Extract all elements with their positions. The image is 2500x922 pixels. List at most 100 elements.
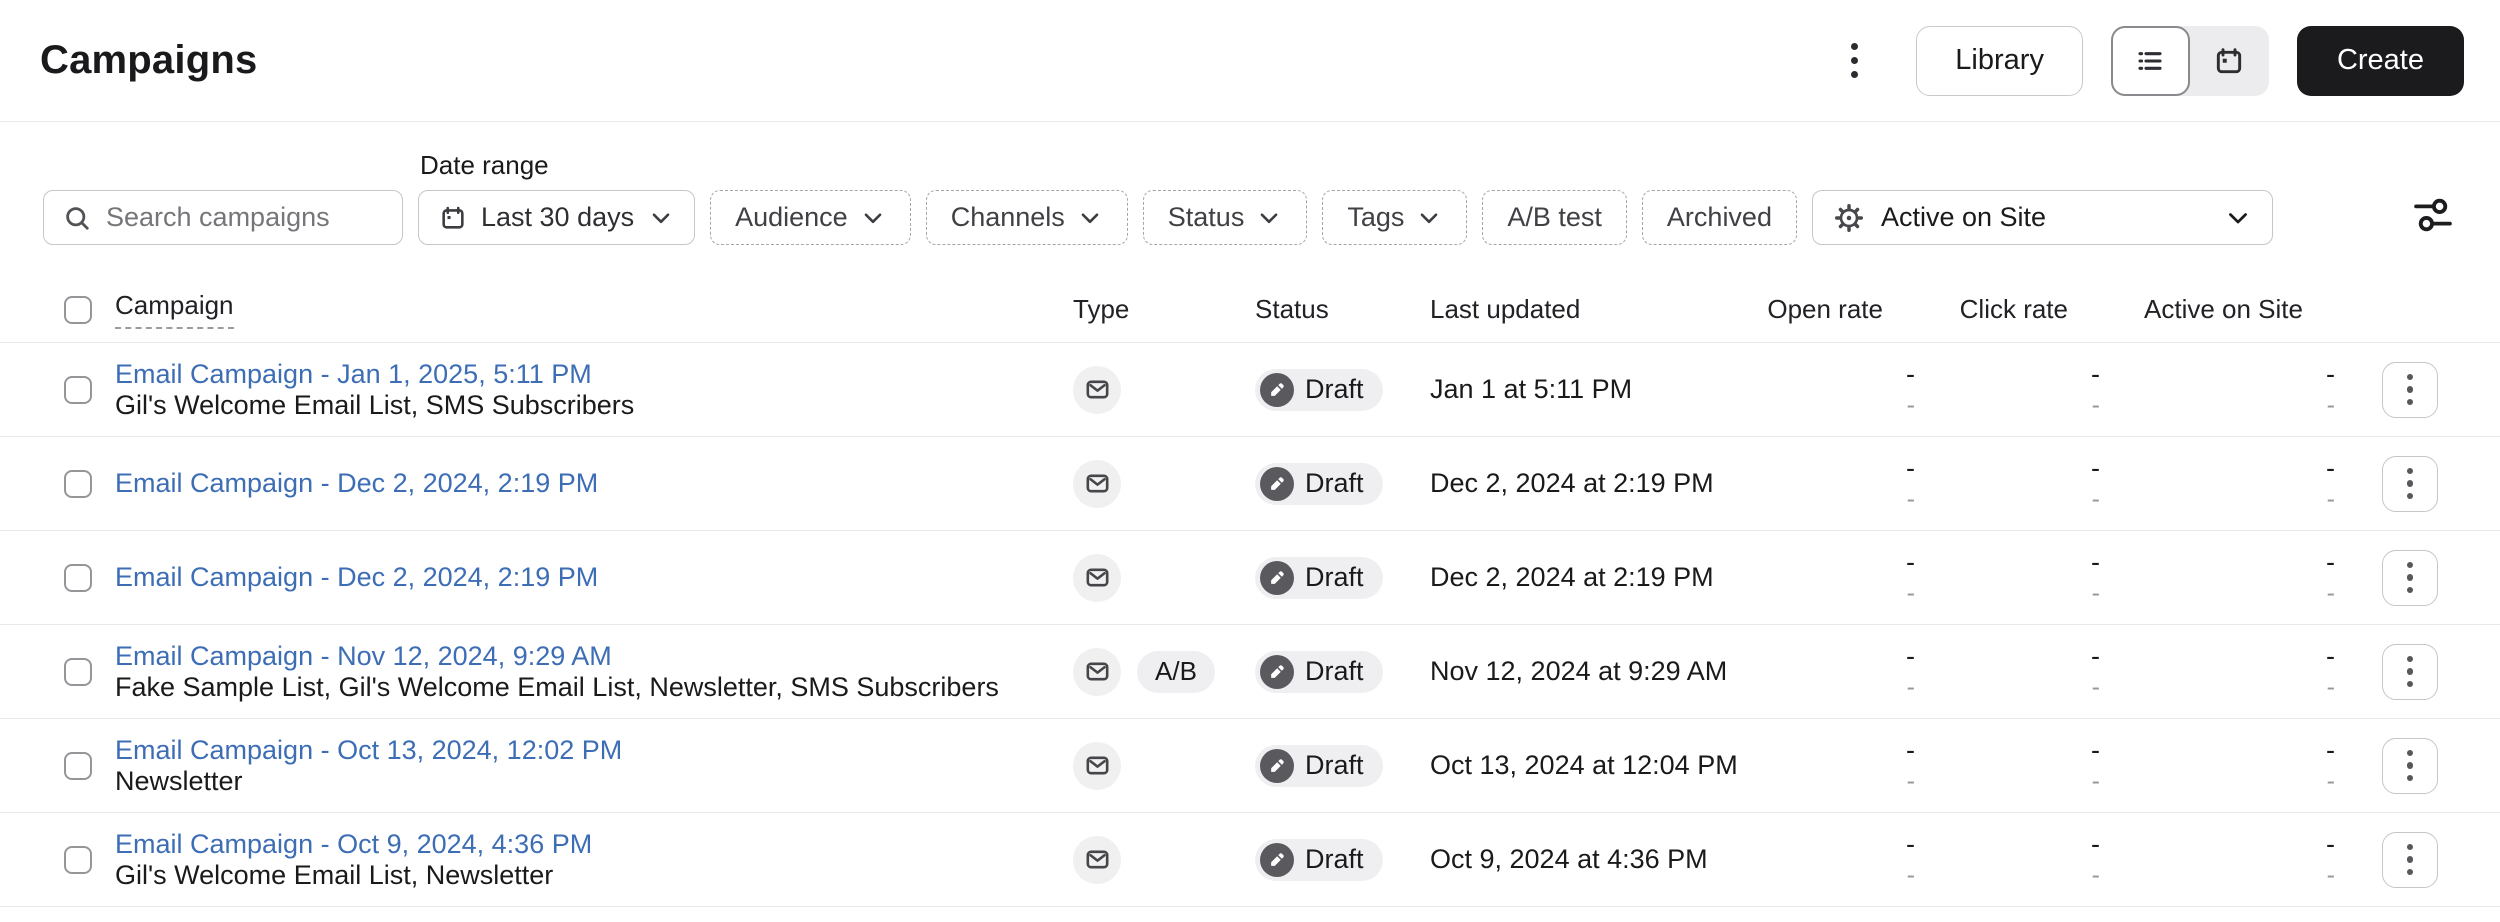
open-rate-secondary: - bbox=[1906, 578, 1915, 607]
click-rate-secondary: - bbox=[2091, 860, 2100, 889]
click-rate-value: - bbox=[2091, 452, 2100, 483]
column-header-active-on-site: Active on Site bbox=[2144, 294, 2303, 324]
open-rate-value: - bbox=[1906, 734, 1915, 765]
click-rate-secondary: - bbox=[2091, 578, 2100, 607]
open-rate-secondary: - bbox=[1906, 860, 1915, 889]
tags-filter[interactable]: Tags bbox=[1322, 190, 1468, 245]
status-badge: Draft bbox=[1255, 462, 1383, 505]
ab-test-filter[interactable]: A/B test bbox=[1482, 190, 1627, 245]
search-icon bbox=[62, 203, 92, 233]
row-checkbox[interactable] bbox=[64, 469, 92, 498]
campaign-link[interactable]: Email Campaign - Jan 1, 2025, 5:11 PM bbox=[115, 359, 592, 390]
column-header-last-updated: Last updated bbox=[1430, 294, 1581, 324]
column-header-campaign[interactable]: Campaign bbox=[115, 290, 234, 329]
campaign-audiences: Gil's Welcome Email List, Newsletter bbox=[115, 859, 554, 890]
status-label: Draft bbox=[1305, 468, 1364, 498]
date-range-dropdown[interactable]: Last 30 days bbox=[418, 190, 696, 245]
create-button[interactable]: Create bbox=[2296, 25, 2464, 96]
active-on-site-secondary: - bbox=[2326, 672, 2335, 701]
draft-pencil-icon bbox=[1260, 842, 1294, 877]
select-all-checkbox[interactable] bbox=[64, 295, 92, 324]
active-on-site-value: - bbox=[2326, 358, 2335, 389]
active-on-site-secondary: - bbox=[2326, 860, 2335, 889]
open-rate-secondary: - bbox=[1906, 766, 1915, 795]
status-badge: Draft bbox=[1255, 556, 1383, 599]
status-badge: Draft bbox=[1255, 368, 1383, 411]
row-actions-button[interactable] bbox=[2382, 831, 2438, 888]
status-label: Draft bbox=[1305, 844, 1364, 874]
last-updated: Dec 2, 2024 at 2:19 PM bbox=[1430, 468, 1714, 498]
row-checkbox[interactable] bbox=[64, 563, 92, 592]
status-filter[interactable]: Status bbox=[1142, 190, 1308, 245]
draft-pencil-icon bbox=[1260, 654, 1294, 689]
table-row: Email Campaign - Dec 2, 2024, 2:19 PM Dr… bbox=[0, 437, 2500, 531]
campaign-link[interactable]: Email Campaign - Dec 2, 2024, 2:19 PM bbox=[115, 468, 598, 499]
chevron-down-icon bbox=[1256, 205, 1282, 231]
search-input[interactable] bbox=[106, 202, 384, 233]
page-title: Campaigns bbox=[40, 38, 258, 82]
row-actions-button[interactable] bbox=[2382, 361, 2438, 418]
list-view-toggle[interactable] bbox=[2110, 25, 2190, 96]
row-checkbox[interactable] bbox=[64, 657, 92, 686]
open-rate-value: - bbox=[1906, 452, 1915, 483]
list-icon bbox=[2134, 45, 2166, 77]
open-rate-value: - bbox=[1906, 546, 1915, 577]
active-on-site-secondary: - bbox=[2326, 390, 2335, 419]
click-rate-value: - bbox=[2091, 546, 2100, 577]
last-updated: Dec 2, 2024 at 2:19 PM bbox=[1430, 562, 1714, 592]
last-updated: Nov 12, 2024 at 9:29 AM bbox=[1430, 656, 1728, 686]
audience-filter[interactable]: Audience bbox=[710, 190, 911, 245]
open-rate-secondary: - bbox=[1906, 672, 1915, 701]
envelope-icon bbox=[1084, 846, 1111, 873]
row-actions-button[interactable] bbox=[2382, 643, 2438, 700]
ab-test-badge: A/B bbox=[1137, 650, 1215, 693]
table-row: Email Campaign - Dec 2, 2024, 2:19 PM Dr… bbox=[0, 531, 2500, 625]
row-actions-button[interactable] bbox=[2382, 455, 2438, 512]
active-on-site-secondary: - bbox=[2326, 578, 2335, 607]
email-type-badge bbox=[1073, 459, 1121, 508]
draft-pencil-icon bbox=[1260, 748, 1294, 783]
column-settings-button[interactable] bbox=[2411, 193, 2455, 237]
click-rate-value: - bbox=[2091, 734, 2100, 765]
click-rate-value: - bbox=[2091, 828, 2100, 859]
campaign-link[interactable]: Email Campaign - Oct 9, 2024, 4:36 PM bbox=[115, 829, 592, 860]
gear-icon bbox=[1833, 202, 1865, 234]
column-header-status: Status bbox=[1255, 294, 1329, 324]
archived-filter[interactable]: Archived bbox=[1641, 190, 1797, 245]
status-label: Draft bbox=[1305, 750, 1364, 780]
row-actions-button[interactable] bbox=[2382, 549, 2438, 606]
campaign-link[interactable]: Email Campaign - Oct 13, 2024, 12:02 PM bbox=[115, 735, 622, 766]
chevron-down-icon bbox=[860, 205, 886, 231]
row-checkbox[interactable] bbox=[64, 845, 92, 874]
row-checkbox[interactable] bbox=[64, 375, 92, 404]
table-header: Campaign Type Status Last updated Open r… bbox=[0, 277, 2500, 343]
active-on-site-value: - bbox=[2326, 828, 2335, 859]
active-on-site-value: - bbox=[2326, 734, 2335, 765]
table-row: Email Campaign - Jan 1, 2025, 5:11 PM Gi… bbox=[0, 343, 2500, 437]
email-type-badge bbox=[1073, 365, 1121, 414]
row-actions-button[interactable] bbox=[2382, 737, 2438, 794]
envelope-icon bbox=[1084, 564, 1111, 591]
audience-filter-label: Audience bbox=[735, 202, 848, 232]
last-updated: Oct 9, 2024 at 4:36 PM bbox=[1430, 844, 1708, 874]
calendar-view-toggle[interactable] bbox=[2190, 26, 2269, 96]
active-on-site-dropdown[interactable]: Active on Site bbox=[1811, 190, 2273, 245]
library-button[interactable]: Library bbox=[1916, 25, 2083, 96]
status-badge: Draft bbox=[1255, 744, 1383, 787]
last-updated: Oct 13, 2024 at 12:04 PM bbox=[1430, 750, 1738, 780]
row-checkbox[interactable] bbox=[64, 751, 92, 780]
campaign-link[interactable]: Email Campaign - Nov 12, 2024, 9:29 AM bbox=[115, 641, 612, 672]
overflow-menu-button[interactable] bbox=[1837, 33, 1872, 88]
kebab-dot bbox=[1851, 57, 1859, 64]
draft-pencil-icon bbox=[1260, 372, 1294, 407]
campaign-link[interactable]: Email Campaign - Dec 2, 2024, 2:19 PM bbox=[115, 562, 598, 593]
active-on-site-value: Active on Site bbox=[1880, 202, 2047, 232]
channels-filter[interactable]: Channels bbox=[925, 190, 1128, 245]
campaign-audiences: Newsletter bbox=[115, 765, 243, 796]
search-field[interactable] bbox=[43, 190, 403, 245]
calendar-icon bbox=[439, 204, 467, 232]
active-on-site-value: - bbox=[2326, 546, 2335, 577]
campaign-audiences: Gil's Welcome Email List, SMS Subscriber… bbox=[115, 389, 635, 420]
active-on-site-value: - bbox=[2326, 452, 2335, 483]
date-range-value: Last 30 days bbox=[481, 202, 635, 232]
